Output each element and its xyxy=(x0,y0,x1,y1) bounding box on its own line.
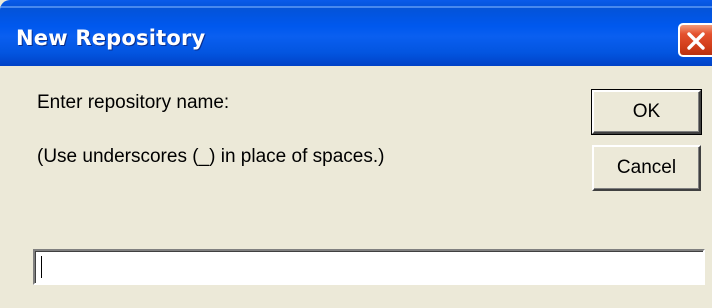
ok-button[interactable]: OK xyxy=(591,89,702,135)
new-repository-dialog: New Repository Enter repository name: (U… xyxy=(0,0,712,308)
text-caret xyxy=(41,256,42,278)
repository-name-input[interactable] xyxy=(33,249,705,285)
title-bar[interactable]: New Repository xyxy=(0,0,712,66)
repository-name-prompt: Enter repository name: xyxy=(37,92,230,113)
window-title: New Repository xyxy=(16,26,206,50)
cancel-button[interactable]: Cancel xyxy=(592,145,701,191)
close-button[interactable] xyxy=(678,23,712,57)
underscore-hint: (Use underscores (_) in place of spaces.… xyxy=(37,146,385,167)
